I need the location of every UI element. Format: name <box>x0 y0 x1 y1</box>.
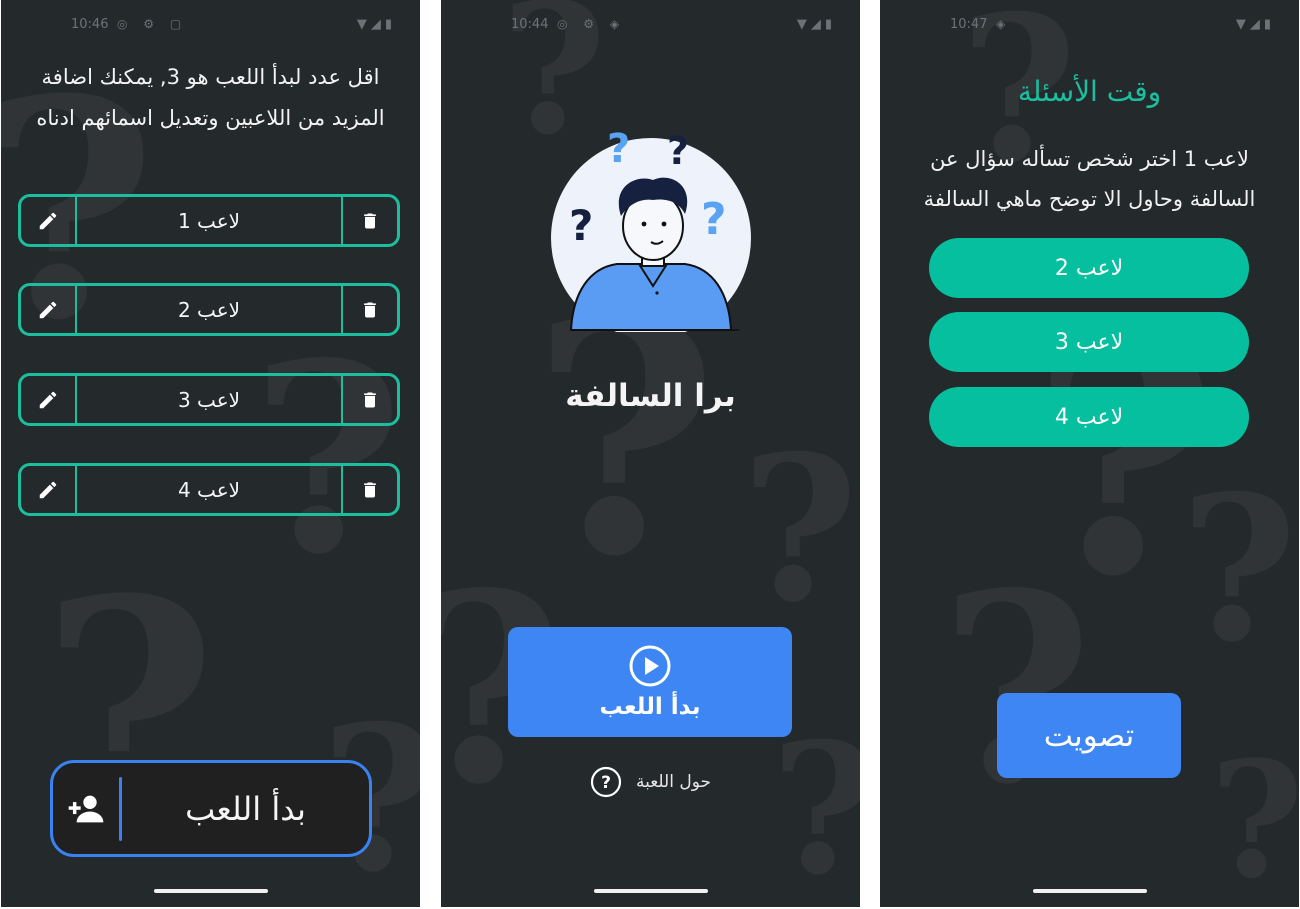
questions-instruction: لاعب 1 اختر شخص تسأله سؤال عن السالفة وح… <box>923 147 1256 211</box>
about-game-link[interactable]: ? حول اللعبة <box>441 766 860 798</box>
player-row: لاعب 1 <box>18 194 400 247</box>
thinking-person-illustration: ? ? ? ? <box>551 126 751 332</box>
pencil-icon[interactable] <box>21 376 77 423</box>
trash-icon[interactable] <box>341 376 397 423</box>
pencil-icon[interactable] <box>21 197 77 244</box>
game-title: برا السالفة <box>565 378 736 414</box>
trash-icon[interactable] <box>341 197 397 244</box>
player-choice-button[interactable]: لاعب 3 <box>929 312 1249 372</box>
pencil-icon[interactable] <box>21 286 77 333</box>
home-indicator[interactable] <box>153 889 268 893</box>
player-row: لاعب 2 <box>18 283 400 336</box>
start-game-button[interactable]: بدأ اللعب <box>50 760 372 857</box>
status-system-icons: ▼◢▮ <box>356 17 396 32</box>
status-time: 10:46 <box>71 17 109 32</box>
status-time: 10:47 <box>950 17 988 32</box>
status-bar: 10:46 ◎ ⚙ ▢ ▼◢▮ <box>1 17 420 37</box>
vote-button[interactable]: تصويت <box>997 693 1181 778</box>
player-name: لاعب 1 <box>177 208 241 233</box>
status-notification-icons: ◎ ⚙ ◈ <box>557 17 626 31</box>
player-name: لاعب 2 <box>177 297 241 322</box>
start-game-label: بدأ اللعب <box>185 789 306 828</box>
play-button[interactable]: بدأ اللعب <box>508 627 792 737</box>
home-indicator[interactable] <box>593 889 708 893</box>
status-system-icons: ▼◢▮ <box>796 17 836 32</box>
home-screen: ? ? ? ? ? 10:44 ◎ ⚙ ◈ ▼◢▮ ? ? ? ? برا ال… <box>441 0 860 907</box>
status-time: 10:44 <box>511 17 549 32</box>
svg-text:?: ? <box>601 773 611 793</box>
play-circle-icon <box>629 645 671 687</box>
svg-text:?: ? <box>667 129 689 173</box>
status-system-icons: ▼◢▮ <box>1235 17 1275 32</box>
add-person-icon[interactable] <box>53 779 119 839</box>
player-row: لاعب 4 <box>18 463 400 516</box>
status-bar: 10:47 ◈ ▼◢▮ <box>880 17 1299 37</box>
status-notification-icons: ◈ <box>996 17 1012 31</box>
player-name: لاعب 4 <box>177 477 241 502</box>
svg-text:?: ? <box>607 126 630 172</box>
about-game-label: حول اللعبة <box>635 772 712 792</box>
player-choice-button[interactable]: لاعب 2 <box>929 238 1249 298</box>
status-bar: 10:44 ◎ ⚙ ◈ ▼◢▮ <box>441 17 860 37</box>
player-row: لاعب 3 <box>18 373 400 426</box>
svg-text:?: ? <box>701 194 727 245</box>
trash-icon[interactable] <box>341 286 397 333</box>
svg-text:?: ? <box>569 201 593 250</box>
play-button-label: بدأ اللعب <box>599 694 701 720</box>
questions-title: وقت الأسئلة <box>1017 75 1162 108</box>
pencil-icon[interactable] <box>21 466 77 513</box>
player-name: لاعب 3 <box>177 387 241 412</box>
questions-screen: ? ? ? ? ? 10:47 ◈ ▼◢▮ وقت الأسئلة لاعب 1… <box>880 0 1299 907</box>
players-screen: ? ? ? ? 10:46 ◎ ⚙ ▢ ▼◢▮ اقل عدد لبدأ الل… <box>1 0 420 907</box>
help-circle-icon: ? <box>590 766 622 798</box>
home-indicator[interactable] <box>1032 889 1147 893</box>
status-notification-icons: ◎ ⚙ ▢ <box>117 17 188 31</box>
player-choice-button[interactable]: لاعب 4 <box>929 387 1249 447</box>
trash-icon[interactable] <box>341 466 397 513</box>
players-intro-text: اقل عدد لبدأ اللعب هو 3, يمكنك اضافة الم… <box>36 65 385 130</box>
